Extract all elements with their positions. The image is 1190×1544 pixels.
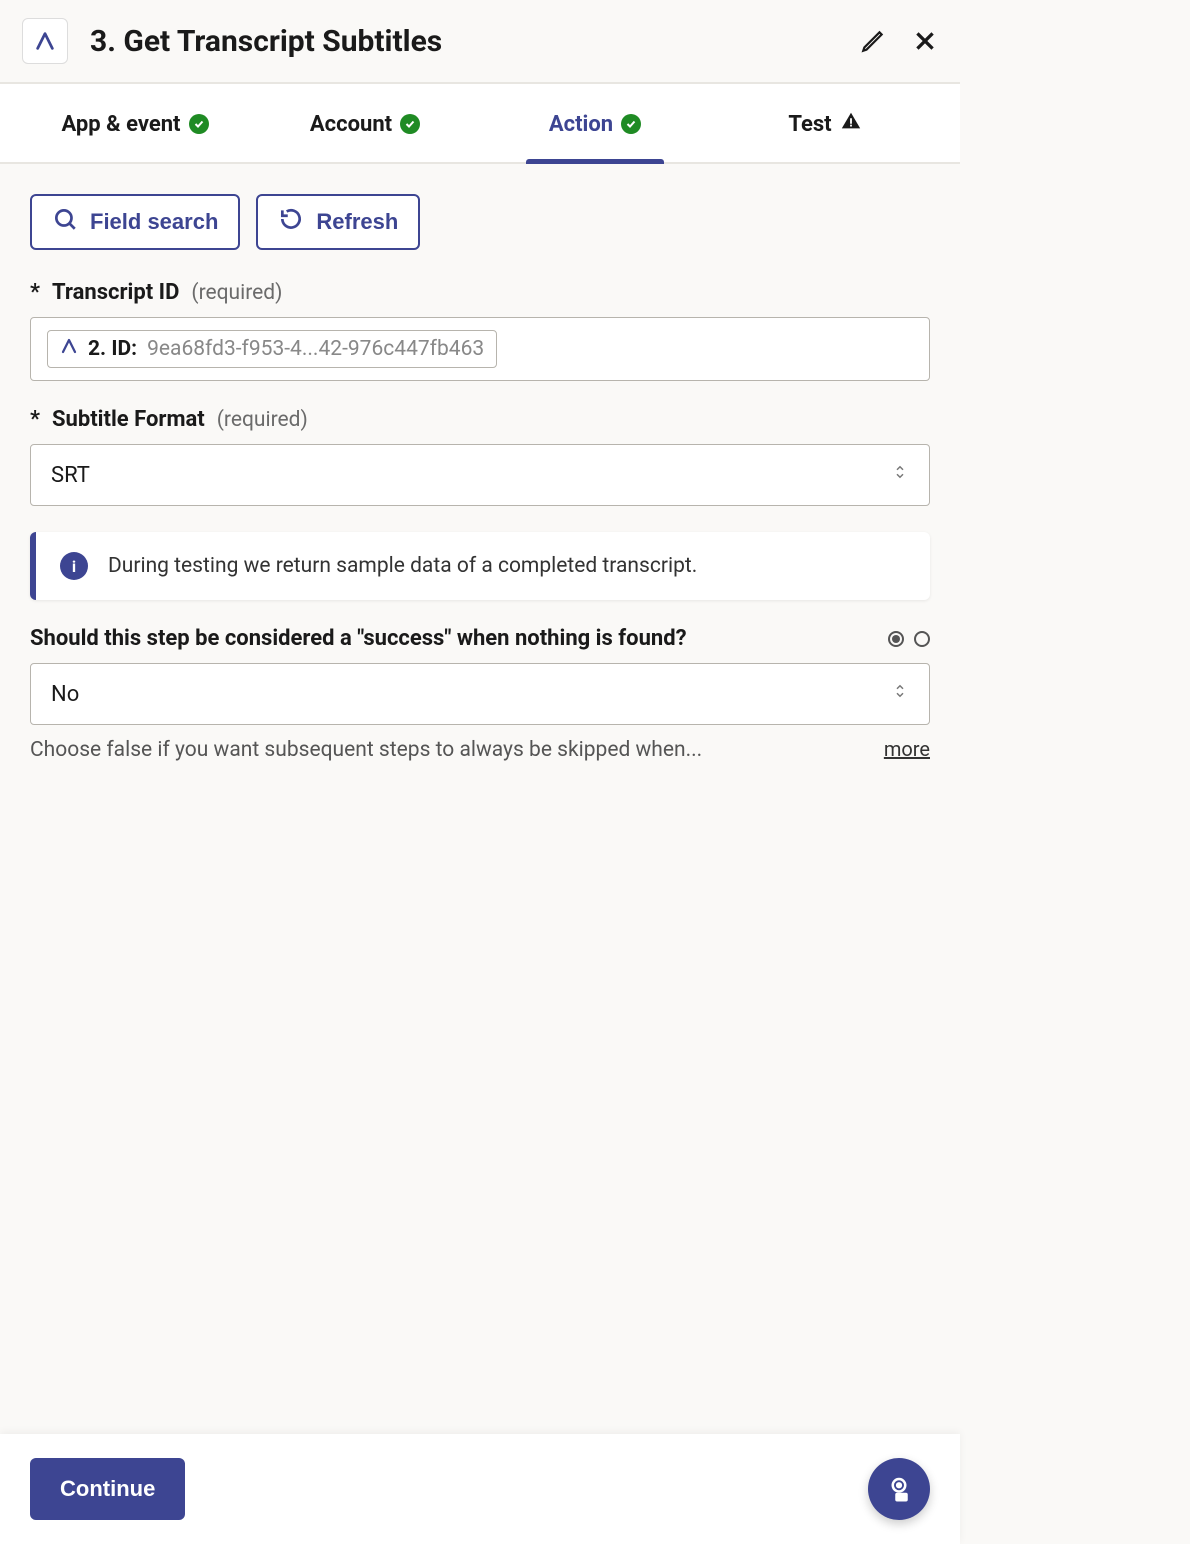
- button-label: Refresh: [316, 209, 398, 235]
- step-tabs: App & event Account Action Test: [0, 84, 960, 164]
- tab-account[interactable]: Account: [250, 84, 480, 162]
- success-when-empty-select[interactable]: No: [30, 663, 930, 725]
- required-mark: *: [30, 280, 40, 305]
- field-subtitle-format: * Subtitle Format (required) SRT: [30, 407, 930, 506]
- field-label: Subtitle Format: [52, 407, 205, 432]
- tab-label: Test: [788, 112, 831, 137]
- tab-label: Account: [310, 112, 392, 137]
- mapped-field-pill[interactable]: 2. ID: 9ea68fd3-f953-4...42-976c447fb463: [47, 330, 497, 368]
- refresh-icon: [278, 206, 304, 238]
- field-transcript-id: * Transcript ID (required) 2. ID: 9ea68f…: [30, 280, 930, 381]
- required-mark: *: [30, 407, 40, 432]
- info-icon: i: [60, 552, 88, 580]
- radio-off-icon: [914, 631, 930, 647]
- required-hint: (required): [217, 408, 308, 432]
- check-icon: [189, 114, 209, 134]
- editor-header: 3. Get Transcript Subtitles: [0, 0, 960, 82]
- editor-footer: Continue: [0, 1434, 960, 1544]
- required-hint: (required): [191, 281, 282, 305]
- more-link[interactable]: more: [884, 737, 930, 761]
- field-label: Transcript ID: [52, 280, 179, 305]
- info-banner: i During testing we return sample data o…: [30, 532, 930, 600]
- pill-value: 9ea68fd3-f953-4...42-976c447fb463: [147, 337, 484, 361]
- field-success-when-empty: Should this step be considered a "succes…: [30, 626, 930, 762]
- subtitle-format-select[interactable]: SRT: [30, 444, 930, 506]
- radio-on-icon: [888, 631, 904, 647]
- radio-indicator[interactable]: [888, 631, 930, 647]
- search-icon: [52, 206, 78, 238]
- chevron-updown-icon: [891, 680, 909, 708]
- field-search-button[interactable]: Field search: [30, 194, 240, 250]
- tab-action[interactable]: Action: [480, 84, 710, 162]
- warning-icon: [840, 110, 862, 138]
- tab-label: App & event: [62, 112, 181, 137]
- step-title: 3. Get Transcript Subtitles: [90, 24, 860, 59]
- button-label: Field search: [90, 209, 218, 235]
- check-icon: [621, 114, 641, 134]
- tab-label: Action: [549, 112, 613, 137]
- rename-icon[interactable]: [860, 28, 886, 54]
- chevron-updown-icon: [891, 461, 909, 489]
- close-icon[interactable]: [912, 28, 938, 54]
- tab-app-event[interactable]: App & event: [20, 84, 250, 162]
- help-fab[interactable]: [868, 1458, 930, 1520]
- pill-label: 2. ID:: [88, 337, 137, 361]
- tab-test[interactable]: Test: [710, 84, 940, 162]
- action-form: Field search Refresh * Transcript ID (re…: [0, 164, 960, 908]
- field-label: Should this step be considered a "succes…: [30, 626, 874, 651]
- refresh-button[interactable]: Refresh: [256, 194, 420, 250]
- app-icon: [60, 337, 78, 361]
- select-value: No: [51, 682, 79, 707]
- app-icon: [22, 18, 68, 64]
- help-text: Choose false if you want subsequent step…: [30, 738, 702, 762]
- info-text: During testing we return sample data of …: [108, 554, 697, 578]
- select-value: SRT: [51, 463, 90, 488]
- check-icon: [400, 114, 420, 134]
- transcript-id-input[interactable]: 2. ID: 9ea68fd3-f953-4...42-976c447fb463: [30, 317, 930, 381]
- continue-button[interactable]: Continue: [30, 1458, 185, 1520]
